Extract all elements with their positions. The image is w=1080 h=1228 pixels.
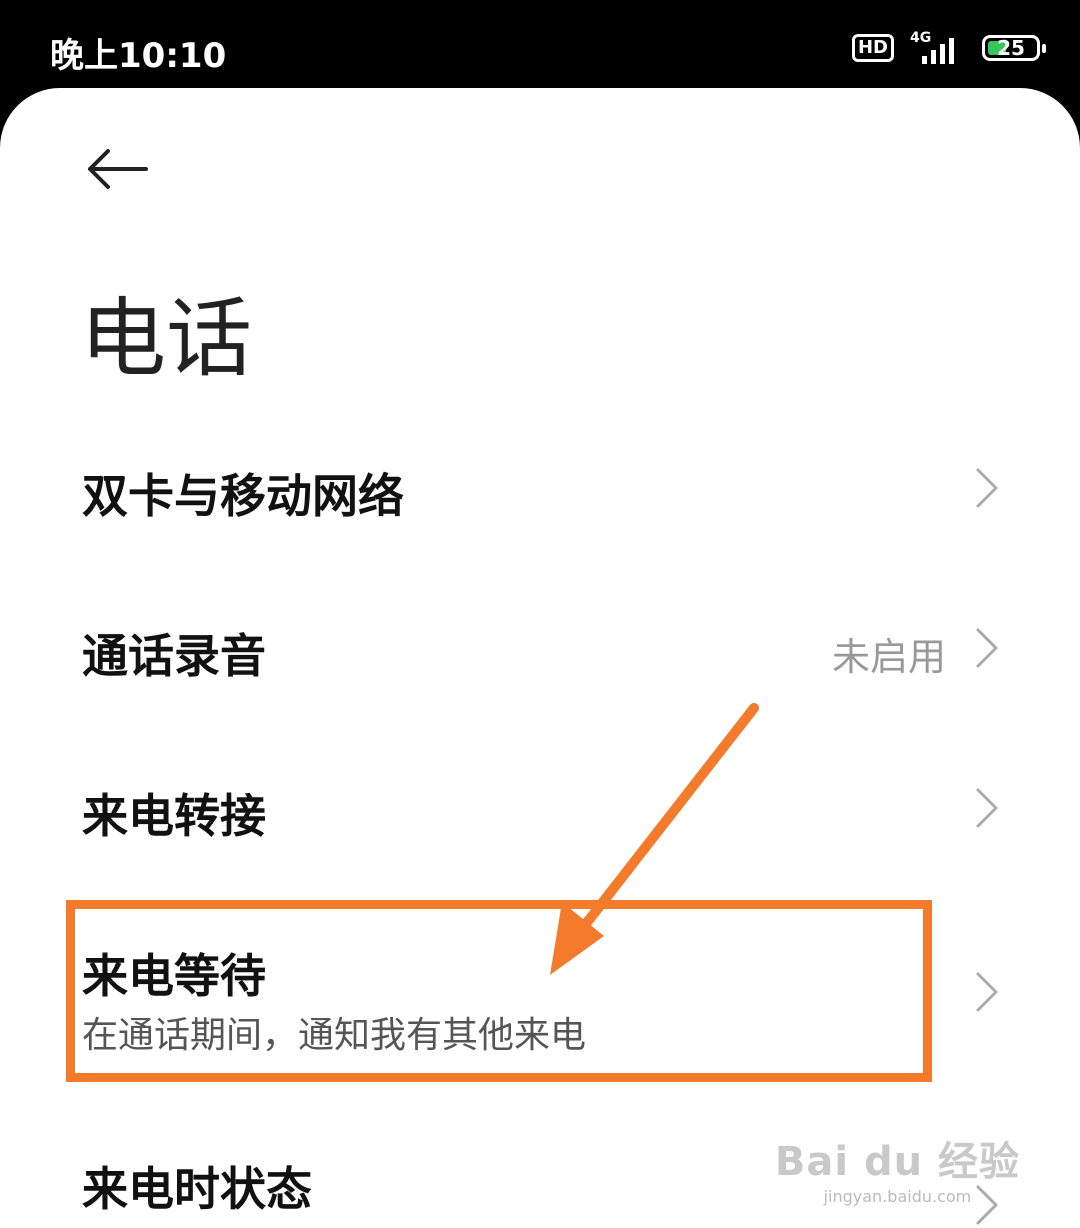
settings-item-value: 未启用 (831, 635, 946, 679)
settings-item-label: 来电转接 (82, 789, 266, 843)
chevron-right-icon (976, 972, 998, 1012)
page-title: 电话 (80, 289, 252, 389)
signal-icon: 4G (908, 30, 968, 66)
status-time: 晚上10:10 (50, 36, 227, 76)
settings-page: 电话 双卡与移动网络 通话录音 未启用 来电转接 来电等待 在通话期间，通知我有… (0, 88, 1080, 1228)
battery-icon: 25 (982, 35, 1046, 61)
settings-item-label: 双卡与移动网络 (82, 469, 404, 523)
settings-item-call-forwarding[interactable]: 来电转接 (0, 768, 1080, 868)
watermark-logo: Bai du 经验 (774, 1139, 1020, 1185)
status-bar: 晚上10:10 HD 4G 25 (0, 0, 1080, 100)
settings-item-call-recording[interactable]: 通话录音 未启用 (0, 608, 1080, 708)
hd-icon: HD (851, 34, 894, 62)
watermark-url: jingyan.baidu.com (823, 1187, 972, 1206)
highlight-box (66, 900, 932, 1082)
watermark: Bai du 经验 jingyan.baidu.com (775, 1129, 1020, 1206)
arrow-left-icon (88, 149, 148, 189)
chevron-right-icon (976, 788, 998, 828)
back-button[interactable] (84, 144, 150, 194)
status-icons: HD 4G 25 (851, 30, 1046, 66)
chevron-right-icon (976, 468, 998, 508)
settings-item-label: 来电时状态 (82, 1162, 312, 1216)
settings-item-label: 通话录音 (82, 629, 266, 683)
settings-item-dual-sim[interactable]: 双卡与移动网络 (0, 448, 1080, 548)
chevron-right-icon (976, 628, 998, 668)
battery-level: 25 (997, 36, 1025, 60)
